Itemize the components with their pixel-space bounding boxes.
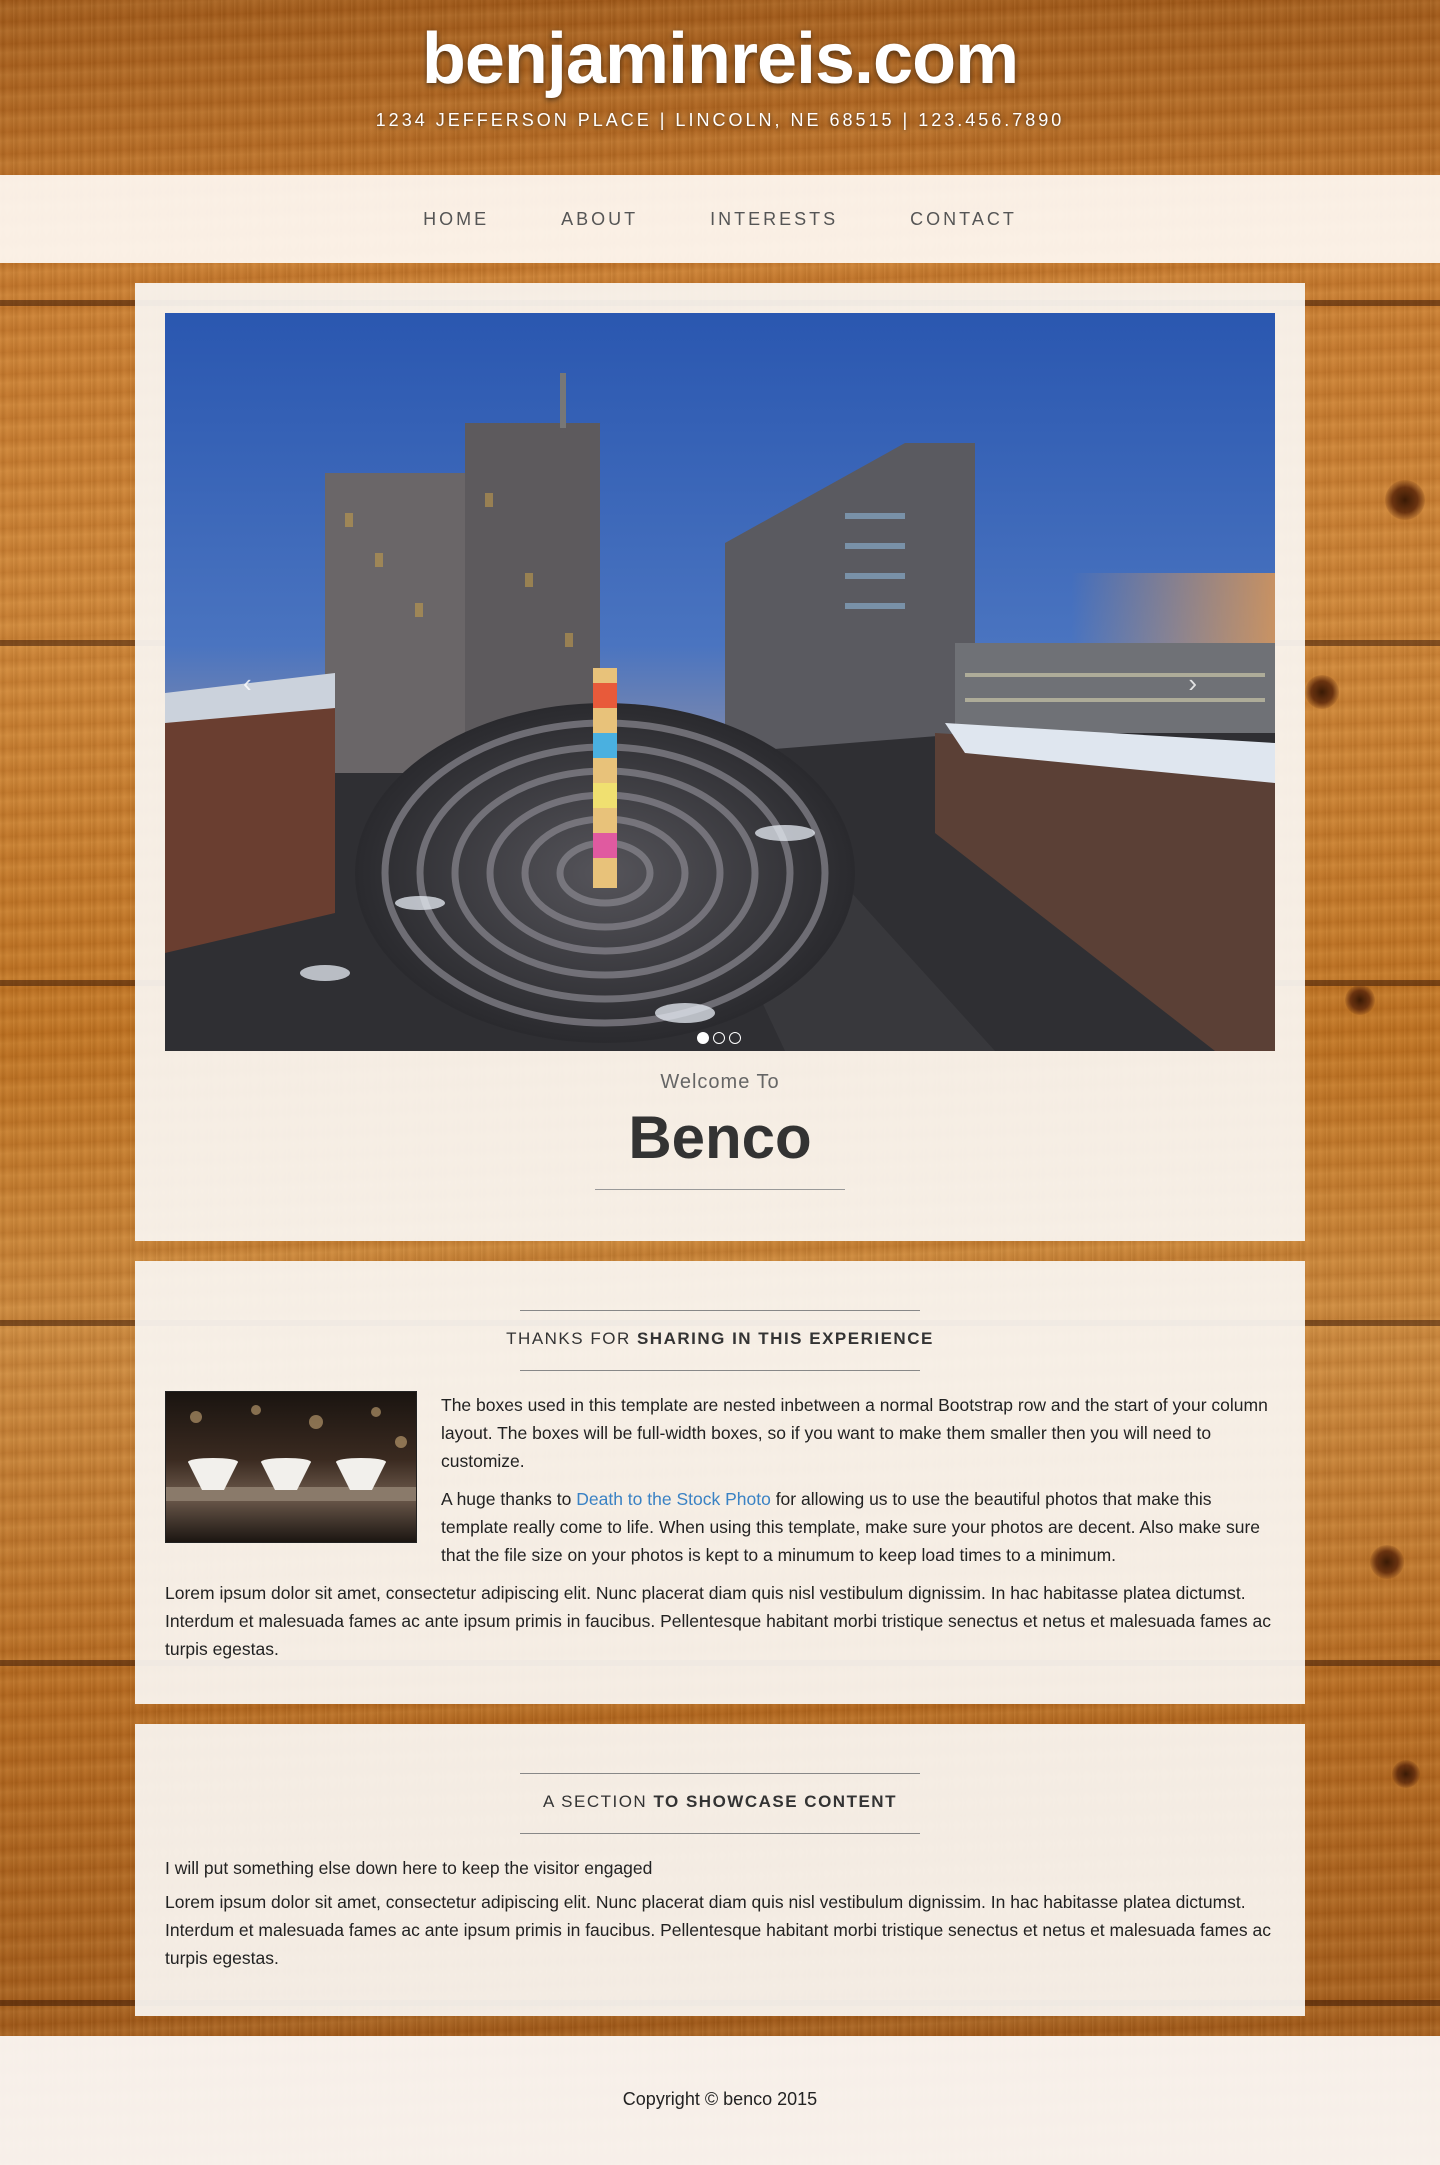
wood-knot bbox=[1345, 985, 1375, 1015]
carousel-indicators bbox=[697, 1032, 741, 1044]
wood-knot bbox=[1305, 675, 1339, 709]
chevron-left-icon[interactable]: ‹ bbox=[243, 668, 252, 699]
carousel-dot-2[interactable] bbox=[713, 1032, 725, 1044]
section-heading-light: A SECTION bbox=[543, 1792, 654, 1811]
divider bbox=[520, 1773, 920, 1774]
carousel-dot-3[interactable] bbox=[729, 1032, 741, 1044]
site-address: 1234 JEFFERSON PLACE | LINCOLN, NE 68515… bbox=[375, 110, 1065, 130]
wood-knot bbox=[1370, 1545, 1404, 1579]
wood-knot bbox=[1392, 1760, 1420, 1788]
nav-item-about[interactable]: ABOUT bbox=[525, 209, 674, 230]
nav-item-contact[interactable]: CONTACT bbox=[874, 209, 1053, 230]
engage-paragraph: I will put something else down here to k… bbox=[165, 1858, 653, 1878]
city-plaza-photo bbox=[165, 313, 1275, 1051]
welcome-subtitle: Welcome To bbox=[660, 1071, 780, 1093]
site-title[interactable]: benjaminreis.com bbox=[0, 18, 1440, 100]
main-nav: HOME ABOUT INTERESTS CONTACT bbox=[0, 175, 1440, 263]
coffee-photo bbox=[165, 1391, 417, 1543]
stock-photo-link[interactable]: Death to the Stock Photo bbox=[576, 1489, 771, 1509]
section-heading-bold: TO SHOWCASE CONTENT bbox=[653, 1792, 897, 1811]
image-carousel[interactable]: ‹ › bbox=[165, 313, 1275, 1051]
content-box-showcase: A SECTION TO SHOWCASE CONTENT I will put… bbox=[135, 1724, 1305, 2016]
copyright-text: Copyright © benco 2015 bbox=[622, 2089, 818, 2109]
thanks-text-before: A huge thanks to bbox=[441, 1489, 577, 1509]
welcome-title: Benco bbox=[628, 1104, 812, 1171]
section-heading-light: THANKS FOR bbox=[506, 1329, 637, 1348]
divider bbox=[520, 1370, 920, 1371]
lorem-paragraph: Lorem ipsum dolor sit amet, consectetur … bbox=[165, 1892, 1272, 1968]
section-heading: THANKS FOR SHARING IN THIS EXPERIENCE bbox=[135, 1329, 1305, 1349]
nav-item-home[interactable]: HOME bbox=[387, 209, 525, 230]
content-box-experience: THANKS FOR SHARING IN THIS EXPERIENCE Th… bbox=[135, 1261, 1305, 1704]
divider bbox=[595, 1189, 845, 1190]
divider bbox=[520, 1833, 920, 1834]
thanks-paragraph: A huge thanks to Death to the Stock Phot… bbox=[441, 1485, 1271, 1569]
site-header: benjaminreis.com 1234 JEFFERSON PLACE | … bbox=[0, 0, 1440, 175]
divider bbox=[520, 1310, 920, 1311]
site-footer: Copyright © benco 2015 bbox=[0, 2036, 1440, 2165]
intro-paragraph: The boxes used in this template are nest… bbox=[441, 1395, 1268, 1471]
lorem-paragraph: Lorem ipsum dolor sit amet, consectetur … bbox=[165, 1583, 1272, 1659]
nav-item-interests[interactable]: INTERESTS bbox=[674, 209, 874, 230]
hero-box: ‹ › Welcome To Benco bbox=[135, 283, 1305, 1241]
section-heading-bold: SHARING IN THIS EXPERIENCE bbox=[636, 1329, 934, 1348]
chevron-right-icon[interactable]: › bbox=[1188, 668, 1197, 699]
carousel-dot-1[interactable] bbox=[697, 1032, 709, 1044]
section-heading: A SECTION TO SHOWCASE CONTENT bbox=[135, 1792, 1305, 1812]
wood-knot bbox=[1385, 480, 1425, 520]
